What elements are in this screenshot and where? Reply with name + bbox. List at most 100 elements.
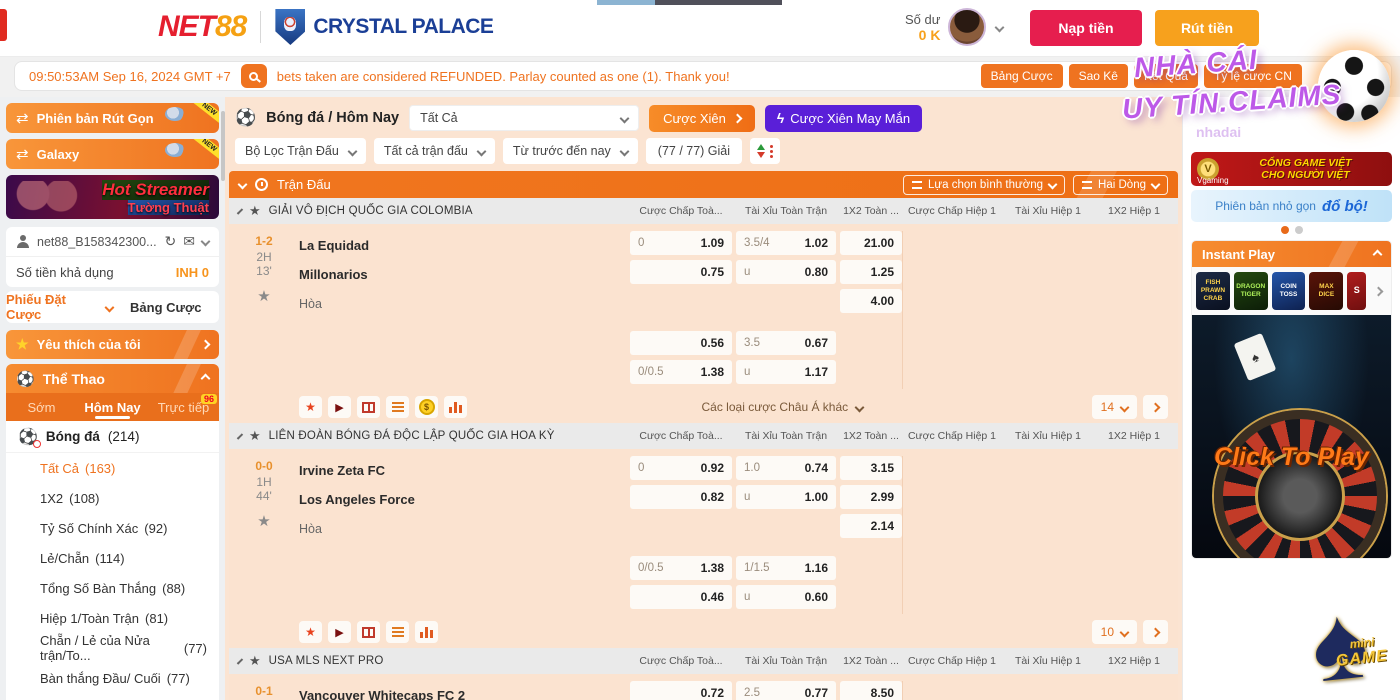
quick-link-button[interactable]: Tỷ lệ cược CN [1204, 64, 1302, 88]
odds-cell[interactable]: 1.25 [840, 260, 902, 284]
user-row[interactable]: net88_B158342300... ↻ ✉ [6, 227, 219, 257]
sidebar-scrollbar[interactable] [221, 111, 225, 181]
play-icon[interactable]: ▶ [328, 621, 351, 643]
favorite-icon[interactable]: ★ [299, 621, 322, 643]
sidebar-filter-item[interactable]: Hiệp 1/Toàn Trận(81) [6, 603, 219, 633]
roulette-promo[interactable]: ♠ Click To Play [1192, 315, 1391, 558]
star-icon[interactable]: ★ [249, 653, 261, 669]
favorite-icon[interactable]: ★ [299, 396, 322, 418]
lines-mode-select[interactable]: Hai Dòng [1073, 175, 1168, 195]
next-page-button[interactable] [1143, 620, 1168, 644]
time-tab[interactable]: Trực tiếp96 [148, 393, 219, 421]
carousel-dot[interactable] [1281, 226, 1289, 234]
odds-cell[interactable]: u0.60 [736, 585, 836, 609]
parlay-button[interactable]: Cược Xiên [649, 105, 755, 132]
odds-cell[interactable]: 1/1.51.16 [736, 556, 836, 580]
match-filter-dropdown[interactable]: Từ trước đến nay [503, 138, 638, 164]
withdraw-button[interactable]: Rút tiền [1155, 10, 1259, 46]
odds-cell[interactable]: 21.00 [840, 231, 902, 255]
league-header[interactable]: ★GIẢI VÔ ĐỊCH QUỐC GIA COLOMBIACược Chấp… [229, 198, 1178, 224]
pitch-icon[interactable] [357, 621, 380, 643]
odds-cell[interactable]: 8.50 [840, 681, 902, 700]
odds-cell[interactable]: 01.09 [630, 231, 732, 255]
refresh-icon[interactable]: ↻ [165, 233, 177, 250]
odds-cell[interactable]: 2.99 [840, 485, 902, 509]
chevron-down-icon[interactable] [995, 22, 1005, 32]
chart-icon[interactable] [415, 621, 438, 643]
coin-icon[interactable]: $ [415, 396, 438, 418]
odds-cell[interactable]: 1.00.74 [736, 456, 836, 480]
odds-cell[interactable]: 0.82 [630, 485, 732, 509]
sidebar-filter-item[interactable]: Tổng Số Bàn Thắng(88) [6, 573, 219, 603]
game-thumb[interactable]: MAX DICE [1309, 272, 1343, 310]
odds-cell[interactable]: 0/0.51.38 [630, 556, 732, 580]
vgaming-banner[interactable]: V Vgaming CỔNG GAME VIỆT CHO NGƯỜI VIỆT [1191, 152, 1392, 186]
page-select[interactable]: 10 [1092, 620, 1137, 644]
account-area[interactable]: Số dư 0 K [905, 8, 1003, 46]
pitch-icon[interactable] [357, 396, 380, 418]
dark-mode-label[interactable]: độ nền tối [1326, 69, 1383, 84]
lineup-icon[interactable] [386, 396, 409, 418]
carousel-dots[interactable] [1191, 226, 1392, 234]
hot-streamer-banner[interactable]: Hot Streamer Tường Thuật [6, 175, 219, 219]
odds-cell[interactable]: u1.17 [736, 360, 836, 384]
sidebar-filter-item[interactable]: Bàn thắng Đầu/ Cuối(77) [6, 663, 219, 693]
play-icon[interactable]: ▶ [328, 396, 351, 418]
league-header[interactable]: ★USA MLS NEXT PROCược Chấp Toà...Tài Xỉu… [229, 648, 1178, 674]
tab-betslip[interactable]: Phiếu Đặt Cược [6, 291, 113, 323]
game-thumb[interactable]: DRAGON TIGER [1234, 272, 1268, 310]
odds-cell[interactable]: 0.75 [630, 260, 732, 284]
thumbs-next-button[interactable] [1370, 272, 1387, 310]
sports-section-header[interactable]: ⚽ Thể Thao [6, 364, 219, 393]
odds-cell[interactable]: u0.80 [736, 260, 836, 284]
home-team[interactable]: La Equidad [299, 231, 630, 260]
game-thumb[interactable]: COIN TOSS [1272, 272, 1306, 310]
sidebar-filter-item[interactable]: Chẵn / Lẻ của Nửa trận/To...(77) [6, 633, 219, 663]
mini-version-banner[interactable]: Phiên bản nhỏ gọn đổ bộ! [1191, 190, 1392, 222]
mini-game-badge[interactable]: ♠ mini GAME [1312, 606, 1400, 700]
league-header[interactable]: ★LIÊN ĐOÀN BÓNG ĐÁ ĐỘC LẬP QUỐC GIA HOA … [229, 423, 1178, 449]
quick-link-button[interactable]: Sao Kê [1069, 64, 1128, 88]
chevron-down-icon[interactable] [201, 237, 211, 247]
lucky-parlay-button[interactable]: ϟ Cược Xiên May Mắn [765, 105, 922, 132]
favorite-star-icon[interactable]: ★ [257, 512, 270, 530]
favorite-star-icon[interactable]: ★ [257, 287, 270, 305]
sort-button[interactable] [750, 138, 780, 164]
favorites-bar[interactable]: ★ Yêu thích của tôi [6, 330, 219, 359]
home-team[interactable]: Irvine Zeta FC [299, 456, 630, 485]
time-tab[interactable]: Sớm [6, 393, 77, 421]
sidebar-filter-item[interactable]: Tất Cả(163) [6, 453, 219, 483]
away-team[interactable]: Los Angeles Force [299, 485, 630, 514]
game-thumb[interactable]: S [1347, 272, 1366, 310]
odds-cell[interactable]: 2.14 [840, 514, 902, 538]
odds-cell[interactable]: 4.00 [840, 289, 902, 313]
time-tab[interactable]: Hôm Nay [77, 393, 148, 421]
tab-bets[interactable]: Bảng Cược [113, 291, 220, 323]
star-icon[interactable]: ★ [249, 203, 261, 219]
game-thumb[interactable]: FISH PRAWN CRAB [1196, 272, 1230, 310]
next-page-button[interactable] [1143, 395, 1168, 419]
mail-icon[interactable]: ✉ [183, 233, 195, 250]
odds-cell[interactable]: 0.72 [630, 681, 732, 700]
odds-cell[interactable]: 00.92 [630, 456, 732, 480]
quick-link-button[interactable]: Bảng Cược [981, 64, 1063, 88]
deposit-button[interactable]: Nạp tiền [1030, 10, 1142, 46]
star-icon[interactable]: ★ [249, 428, 261, 444]
draw-label[interactable]: Hòa [299, 514, 630, 543]
odds-cell[interactable]: u1.00 [736, 485, 836, 509]
sidebar-item-football[interactable]: ⚽ Bóng đá (214) [6, 421, 219, 453]
galaxy-button[interactable]: ⇄ Galaxy NEW [6, 139, 219, 169]
draw-label[interactable]: Hòa [299, 289, 630, 318]
odds-cell[interactable]: 3.15 [840, 456, 902, 480]
quick-link-button[interactable]: Kết Quả [1134, 64, 1198, 88]
chevron-down-icon[interactable] [238, 180, 248, 190]
compact-version-button[interactable]: ⇄ Phiên bản Rút Gọn NEW [6, 103, 219, 133]
lineup-icon[interactable] [386, 621, 409, 643]
display-mode-select[interactable]: Lựa chọn bình thường [903, 175, 1065, 195]
net88-logo[interactable]: NET88 [158, 10, 246, 44]
home-team[interactable]: Vancouver Whitecaps FC 2 [299, 681, 630, 700]
odds-cell[interactable]: 0.56 [630, 331, 732, 355]
instant-play-header[interactable]: Instant Play [1192, 241, 1391, 267]
sidebar-filter-item[interactable]: 1X2(108) [6, 483, 219, 513]
carousel-dot[interactable] [1295, 226, 1303, 234]
